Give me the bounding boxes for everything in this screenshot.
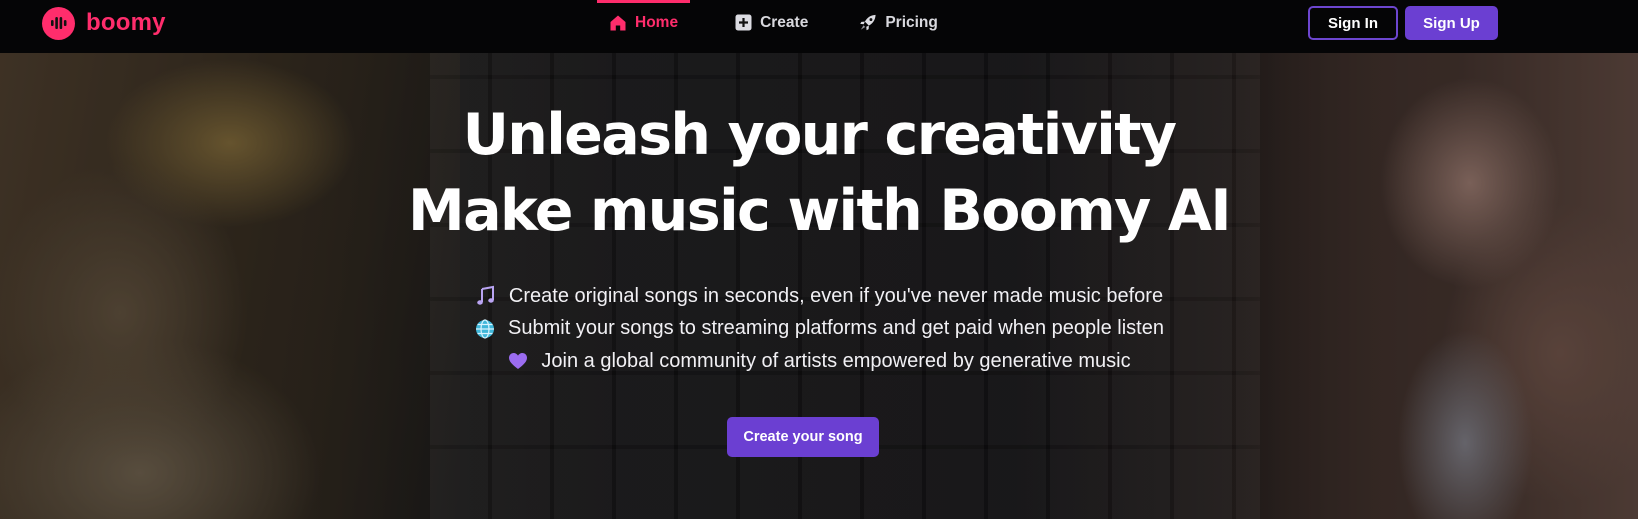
feature-text: Submit your songs to streaming platforms… xyxy=(508,317,1164,340)
plus-square-icon xyxy=(734,14,752,32)
main-nav: Home Create Pricing xyxy=(597,0,938,45)
nav-item-create[interactable]: Create xyxy=(734,0,808,45)
feature-item: Create original songs in seconds, even i… xyxy=(0,280,1638,313)
hero-section: Unleash your creativity Make music with … xyxy=(0,53,1638,519)
hero-headline-line1: Unleash your creativity xyxy=(462,102,1177,168)
sign-up-button[interactable]: Sign Up xyxy=(1405,6,1498,40)
sign-in-button[interactable]: Sign In xyxy=(1308,6,1398,40)
feature-text: Join a global community of artists empow… xyxy=(541,349,1131,372)
boomy-logo-icon xyxy=(42,6,75,40)
boomy-logo-link[interactable]: boomy xyxy=(42,6,166,40)
home-icon xyxy=(609,14,627,32)
top-navigation-bar: boomy Home Create Pricing Sign In Sign U… xyxy=(0,0,1638,53)
nav-item-home[interactable]: Home xyxy=(597,0,691,45)
feature-text: Create original songs in seconds, even i… xyxy=(508,284,1164,307)
hero-headline-line2: Make music with Boomy AI xyxy=(407,178,1232,244)
globe-icon xyxy=(474,318,496,340)
rocket-icon xyxy=(859,14,877,32)
feature-item: Submit your songs to streaming platforms… xyxy=(0,313,1638,346)
create-your-song-button[interactable]: Create your song xyxy=(727,417,879,457)
nav-item-label: Home xyxy=(635,13,679,31)
nav-item-pricing[interactable]: Pricing xyxy=(859,0,938,45)
purple-heart-icon xyxy=(507,350,529,372)
brand-name: boomy xyxy=(86,9,166,36)
nav-item-label: Pricing xyxy=(885,13,938,31)
music-notes-icon xyxy=(475,285,497,307)
feature-list: Create original songs in seconds, even i… xyxy=(0,280,1638,378)
feature-item: Join a global community of artists empow… xyxy=(0,345,1638,378)
nav-item-label: Create xyxy=(760,13,809,31)
